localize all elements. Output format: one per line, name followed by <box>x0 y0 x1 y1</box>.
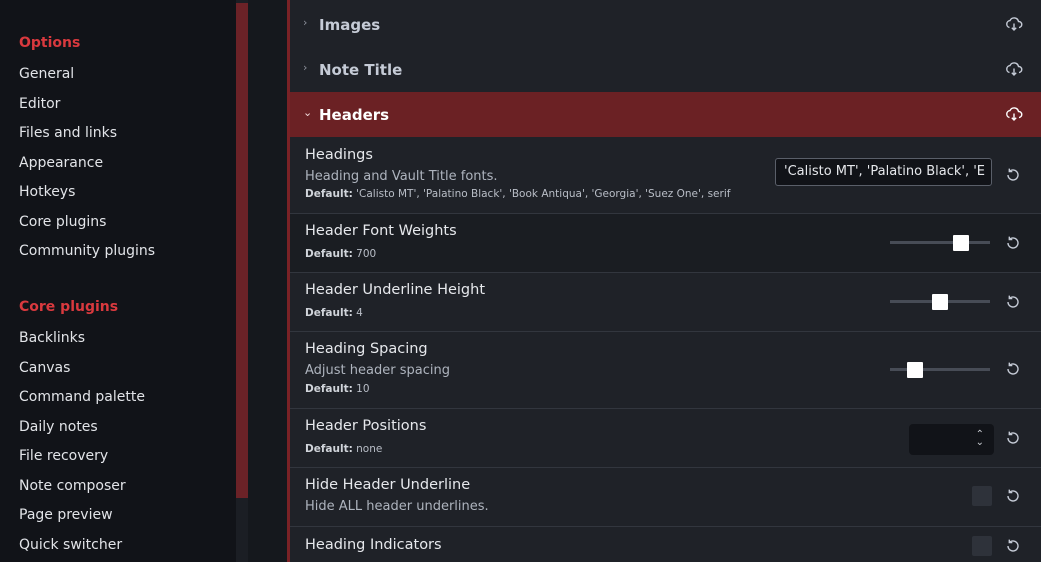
setting-default: Default: 'Calisto MT', 'Palatino Black',… <box>305 188 730 200</box>
sidebar-item-canvas[interactable]: Canvas <box>19 360 70 376</box>
underline-height-slider-thumb[interactable] <box>932 294 948 310</box>
default-value: 700 <box>356 248 377 260</box>
setting-heading-indicators: Heading Indicators <box>290 527 1041 562</box>
sidebar-scrollbar-thumb[interactable] <box>236 3 248 498</box>
headings-font-input[interactable]: 'Calisto MT', 'Palatino Black', 'E <box>775 158 992 186</box>
sidebar-heading-options: Options <box>19 35 81 51</box>
section-title: Images <box>319 16 381 34</box>
setting-title: Hide Header Underline <box>305 477 471 493</box>
hide-underline-checkbox[interactable] <box>972 486 992 506</box>
settings-window: Options General Editor Files and links A… <box>0 0 1041 562</box>
sidebar-item-daily-notes[interactable]: Daily notes <box>19 419 98 435</box>
sidebar-item-core-plugins[interactable]: Core plugins <box>19 214 106 230</box>
setting-default: Default: 700 <box>305 248 376 260</box>
section-headers[interactable]: ⌄ Headers <box>290 92 1041 137</box>
sidebar-heading-core-plugins: Core plugins <box>19 299 119 315</box>
section-title: Headers <box>319 106 390 124</box>
sidebar-item-community-plugins[interactable]: Community plugins <box>19 243 155 259</box>
reset-icon[interactable] <box>1004 166 1022 184</box>
reset-icon[interactable] <box>1004 487 1022 505</box>
sidebar-item-hotkeys[interactable]: Hotkeys <box>19 184 75 200</box>
sidebar-item-page-preview[interactable]: Page preview <box>19 507 113 523</box>
heading-spacing-slider-track[interactable] <box>890 368 990 371</box>
section-note-title[interactable]: › Note Title <box>290 47 1041 92</box>
chevron-right-icon: › <box>303 61 308 74</box>
setting-description: Adjust header spacing <box>305 363 450 378</box>
sidebar-item-note-composer[interactable]: Note composer <box>19 478 126 494</box>
sidebar-item-editor[interactable]: Editor <box>19 96 60 112</box>
sidebar-item-quick-switcher[interactable]: Quick switcher <box>19 537 122 553</box>
default-label: Default: <box>305 188 353 200</box>
setting-description: Hide ALL header underlines. <box>305 499 489 514</box>
setting-title: Header Underline Height <box>305 282 486 298</box>
setting-default: Default: 10 <box>305 383 370 395</box>
setting-title: Heading Indicators <box>305 537 442 553</box>
reset-icon[interactable] <box>1004 234 1022 252</box>
section-title: Note Title <box>319 61 403 79</box>
heading-indicators-checkbox[interactable] <box>972 536 992 556</box>
setting-header-positions: Header Positions Default: none ⌃ ⌄ <box>290 409 1041 468</box>
default-label: Default: <box>305 443 353 455</box>
header-positions-select[interactable]: ⌃ ⌄ <box>909 424 994 455</box>
setting-default: Default: none <box>305 443 382 455</box>
default-value: 4 <box>356 307 363 319</box>
setting-description: Heading and Vault Title fonts. <box>305 169 498 184</box>
cloud-download-icon[interactable] <box>1005 105 1023 123</box>
default-value: 'Calisto MT', 'Palatino Black', 'Book An… <box>356 188 731 200</box>
setting-default: Default: 4 <box>305 307 363 319</box>
setting-title: Header Positions <box>305 418 427 434</box>
sidebar-item-file-recovery[interactable]: File recovery <box>19 448 108 464</box>
chevron-right-icon: › <box>303 16 308 29</box>
default-value: none <box>356 443 383 455</box>
reset-icon[interactable] <box>1004 360 1022 378</box>
cloud-download-icon[interactable] <box>1005 15 1023 33</box>
setting-title: Heading Spacing <box>305 341 428 357</box>
sidebar-item-files-and-links[interactable]: Files and links <box>19 125 117 141</box>
setting-hide-header-underline: Hide Header Underline Hide ALL header un… <box>290 468 1041 527</box>
setting-title: Headings <box>305 147 373 163</box>
section-images[interactable]: › Images <box>290 2 1041 47</box>
default-label: Default: <box>305 248 353 260</box>
reset-icon[interactable] <box>1004 537 1022 555</box>
setting-header-underline-height: Header Underline Height Default: 4 <box>290 273 1041 332</box>
chevron-up-down-icon: ⌃ ⌄ <box>975 429 984 448</box>
settings-sidebar: Options General Editor Files and links A… <box>0 0 236 562</box>
sidebar-item-general[interactable]: General <box>19 66 74 82</box>
sidebar-item-backlinks[interactable]: Backlinks <box>19 330 85 346</box>
reset-icon[interactable] <box>1004 293 1022 311</box>
sidebar-item-appearance[interactable]: Appearance <box>19 155 103 171</box>
font-weights-slider-thumb[interactable] <box>953 235 969 251</box>
setting-header-font-weights: Header Font Weights Default: 700 <box>290 214 1041 273</box>
default-label: Default: <box>305 307 353 319</box>
cloud-download-icon[interactable] <box>1005 60 1023 78</box>
sidebar-item-command-palette[interactable]: Command palette <box>19 389 145 405</box>
default-value: 10 <box>356 383 370 395</box>
setting-title: Header Font Weights <box>305 223 457 239</box>
default-label: Default: <box>305 383 353 395</box>
font-weights-slider-track[interactable] <box>890 241 990 244</box>
reset-icon[interactable] <box>1004 429 1022 447</box>
setting-heading-spacing: Heading Spacing Adjust header spacing De… <box>290 332 1041 409</box>
setting-headings: Headings Heading and Vault Title fonts. … <box>290 137 1041 214</box>
chevron-down-icon: ⌄ <box>303 106 313 119</box>
heading-spacing-slider-thumb[interactable] <box>907 362 923 378</box>
